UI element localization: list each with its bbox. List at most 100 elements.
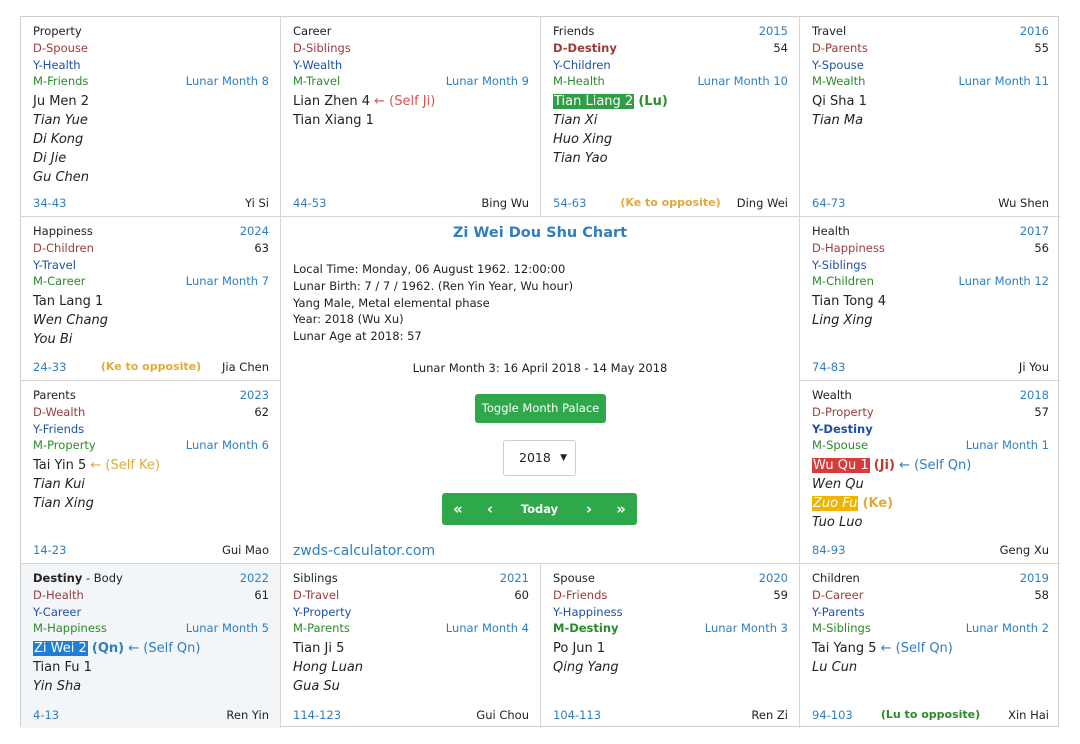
minor-star: Tuo Luo — [812, 515, 863, 531]
major-star: Tai Yin 5 — [33, 458, 87, 474]
caret-down-icon: ▼ — [560, 453, 567, 463]
palace-travel[interactable]: Travel 2016 D-Parents 55 Y-Spouse M-Wealth… — [800, 17, 1060, 217]
lunar-month-label: Lunar Month 1 — [965, 438, 1049, 453]
transform-badge: (Lu) — [638, 94, 668, 110]
minor-star: Tian Xi — [553, 113, 598, 129]
palace-year: 2017 — [1019, 224, 1049, 238]
minor-star: You Bi — [33, 332, 73, 348]
palace-footer: 64-73 Wu Shen — [812, 196, 1049, 212]
palace-year: 2020 — [758, 571, 788, 585]
minor-star: Gua Su — [293, 679, 340, 695]
major-star: Po Jun 1 — [553, 641, 606, 657]
self-transform-note: ← (Self Ke) — [90, 458, 160, 474]
body-marker: - Body — [85, 571, 123, 585]
lunar-month-label: Lunar Month 3 — [704, 621, 788, 636]
stem-branch: Gui Mao — [221, 543, 269, 557]
decade-palace: D-Spouse — [33, 40, 88, 55]
major-star: Tai Yang 5 — [812, 641, 877, 657]
palace-name: Siblings — [293, 571, 338, 585]
major-star: Lian Zhen 4 — [293, 94, 370, 110]
year-select[interactable]: 2018 ▼ — [503, 440, 576, 476]
lunar-month-label: Lunar Month 2 — [965, 621, 1049, 636]
chart-center-panel: Zi Wei Dou Shu Chart Local Time: Monday,… — [281, 217, 800, 564]
stem-branch: Ren Yin — [226, 708, 269, 722]
palace-footer: 54-63 (Ke to opposite) Ding Wei — [553, 196, 788, 212]
palace-destiny[interactable]: Destiny - Body 2022 D-Health 61 Y-Career M… — [21, 564, 281, 728]
month-palace: M-Health — [553, 74, 605, 89]
palace-name: Children — [812, 571, 860, 585]
birth-info: Local Time: Monday, 06 August 1962. 12:0… — [293, 261, 573, 345]
age-range: 74-83 — [812, 360, 846, 374]
next-button[interactable]: › — [573, 500, 605, 518]
palace-children[interactable]: Children 2019 D-Career 58 Y-Parents M-Sibl… — [800, 564, 1060, 728]
age-range: 34-43 — [33, 196, 67, 210]
age-range: 14-23 — [33, 543, 67, 557]
palace-health[interactable]: Health 2017 D-Happiness 56 Y-Siblings M-Ch… — [800, 217, 1060, 381]
palace-parents[interactable]: Parents 2023 D-Wealth 62 Y-Friends M-Prope… — [21, 381, 281, 564]
palace-happiness[interactable]: Happiness 2024 D-Children 63 Y-Travel M-Ca… — [21, 217, 281, 381]
star-list: Lian Zhen 4 ← (Self Ji) Tian Xiang 1 — [293, 92, 529, 130]
star-list: Zi Wei 2 (Qn) ← (Self Qn) Tian Fu 1 Yin … — [33, 639, 269, 696]
palace-footer: 44-53 Bing Wu — [293, 196, 529, 212]
major-star: Tian Liang 2 — [553, 94, 635, 110]
decade-palace: D-Property — [812, 404, 874, 419]
lunar-age: Lunar Age at 2018: 57 — [293, 329, 422, 344]
star-list: Tan Lang 1 Wen Chang You Bi — [33, 292, 269, 349]
palace-footer: 4-13 Ren Yin — [33, 708, 269, 724]
palace-siblings[interactable]: Siblings 2021 D-Travel 60 Y-Property M-Par… — [281, 564, 541, 728]
palace-footer: 94-103 (Lu to opposite) Xin Hai — [812, 708, 1049, 724]
palace-footer: 24-33 (Ke to opposite) Jia Chen — [33, 360, 269, 376]
age-range: 104-113 — [553, 708, 602, 722]
palace-career[interactable]: Career D-Siblings Y-Wealth M-Travel Lunar… — [281, 17, 541, 217]
stem-branch: Xin Hai — [1008, 708, 1049, 722]
prev-button[interactable]: ‹ — [474, 500, 506, 518]
today-button[interactable]: Today — [506, 502, 573, 516]
navigation-button-group: « ‹ Today › » — [442, 493, 637, 525]
palace-year: 2018 — [1019, 388, 1049, 402]
age-range: 114-123 — [293, 708, 342, 722]
self-transform-note: ← (Self Ji) — [374, 94, 436, 110]
minor-star: Yin Sha — [33, 679, 82, 695]
decade-palace: D-Destiny — [553, 40, 617, 55]
toggle-month-palace-button[interactable]: Toggle Month Palace — [475, 394, 606, 423]
star-list: Ju Men 2 Tian Yue Di Kong Di Jie Gu Chen — [33, 92, 269, 187]
palace-name: Property — [33, 24, 82, 38]
minor-star: Di Jie — [33, 151, 67, 167]
star-list: Qi Sha 1 Tian Ma — [812, 92, 1049, 130]
year-palace: Y-Health — [33, 57, 81, 72]
palace-wealth[interactable]: Wealth 2018 D-Property 57 Y-Destiny M-Spou… — [800, 381, 1060, 564]
stem-branch: Ren Zi — [751, 708, 788, 722]
year-select-value: 2018 — [519, 450, 551, 465]
month-palace: M-Friends — [33, 74, 89, 89]
site-link[interactable]: zwds-calculator.com — [293, 543, 435, 559]
year-palace: Y-Parents — [812, 604, 865, 619]
last-button[interactable]: » — [605, 500, 637, 518]
self-transform-note: ← (Self Qn) — [128, 641, 201, 657]
lunar-month-label: Lunar Month 5 — [185, 621, 269, 636]
lunar-month-label: Lunar Month 9 — [445, 74, 529, 89]
palace-name: Destiny — [33, 571, 83, 585]
decade-palace: D-Friends — [553, 587, 608, 602]
palace-spouse[interactable]: Spouse 2020 D-Friends 59 Y-Happiness M-Des… — [541, 564, 800, 728]
palace-name: Career — [293, 24, 332, 38]
lunar-month-label: Lunar Month 6 — [185, 438, 269, 453]
palace-friends[interactable]: Friends 2015 D-Destiny 54 Y-Children M-Hea… — [541, 17, 800, 217]
year-palace: Y-Spouse — [812, 57, 864, 72]
palace-footer: 104-113 Ren Zi — [553, 708, 788, 724]
stem-branch: Geng Xu — [999, 543, 1049, 557]
palace-age: 56 — [1034, 240, 1049, 255]
minor-star: Ling Xing — [812, 313, 873, 329]
local-time: Local Time: Monday, 06 August 1962. 12:0… — [293, 262, 566, 276]
major-star: Wu Qu 1 — [812, 458, 870, 474]
palace-property[interactable]: Property D-Spouse Y-Health M-Friends Luna… — [21, 17, 281, 217]
first-button[interactable]: « — [442, 500, 474, 518]
palace-name: Health — [812, 224, 850, 238]
minor-star: Zuo Fu — [812, 496, 859, 512]
palace-age: 60 — [514, 587, 529, 602]
palace-name: Travel — [812, 24, 847, 38]
gender-element: Yang Male, Metal elemental phase — [293, 295, 490, 310]
year-palace: Y-Children — [553, 57, 611, 72]
year-palace: Y-Friends — [33, 421, 85, 436]
palace-year: 2022 — [239, 571, 269, 585]
star-list: Tai Yang 5 ← (Self Qn) Lu Cun — [812, 639, 1049, 677]
